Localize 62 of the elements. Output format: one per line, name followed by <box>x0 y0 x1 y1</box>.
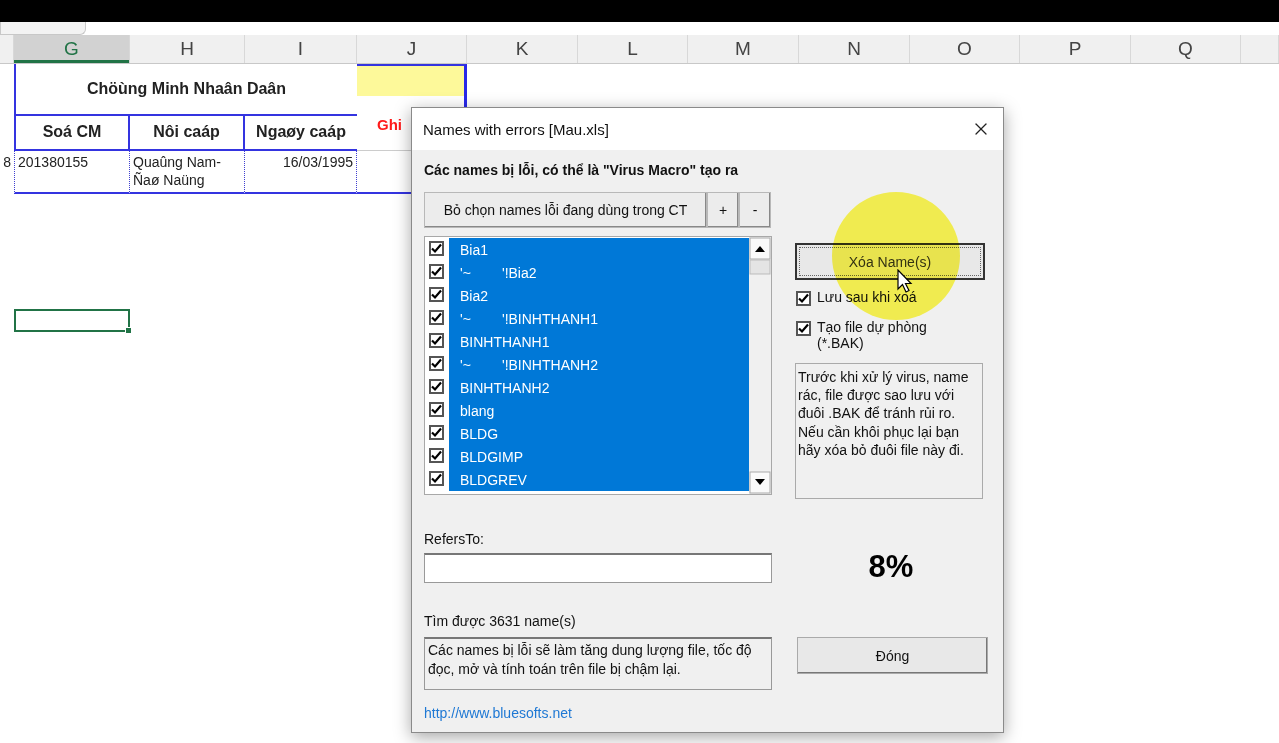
backup-note: Trước khi xử lý virus, name rác, file được sao lưu với đuôi .BAK để tránh rủi ro. Nếu cần khôi phục lại bạn hãy xóa bỏ đuôi file này đi. <box>795 363 983 499</box>
table-cell-text: 8 <box>2 153 12 172</box>
table-cell: Quaûng Nam-Ñaø Naüng <box>130 151 245 194</box>
checkbox[interactable] <box>796 321 811 336</box>
checkbox[interactable] <box>429 264 444 279</box>
column-header[interactable]: L <box>578 35 688 63</box>
column-header[interactable]: O <box>910 35 1020 63</box>
list-item[interactable]: Bia2 <box>449 284 749 307</box>
refers-to-field[interactable] <box>424 553 772 583</box>
checkbox[interactable] <box>429 333 444 348</box>
column-header[interactable]: J <box>357 35 467 63</box>
option-label: Lưu sau khi xoá <box>817 289 918 305</box>
list-item[interactable]: '~ '!BINHTHANH2 <box>449 353 749 376</box>
list-item[interactable]: BLDGIMP <box>449 445 749 468</box>
list-item[interactable]: blang <box>449 399 749 422</box>
column-header[interactable]: K <box>467 35 578 63</box>
dialog-heading: Các names bị lỗi, có thể là "Virus Macro" tạo ra <box>424 162 740 178</box>
info-text: Các names bị lỗi sẽ làm tăng dung lượng file, tốc độ đọc, mở và tính toán trên file bị chậm lại. <box>424 637 772 690</box>
checkbox[interactable] <box>429 402 444 417</box>
note-header: Ghi <box>377 116 402 133</box>
list-item[interactable]: BLDGREV <box>449 468 749 491</box>
checkbox[interactable] <box>429 356 444 371</box>
list-item[interactable]: BINHTHANH2 <box>449 376 749 399</box>
list-item[interactable]: '~ '!BINHTHANH1 <box>449 307 749 330</box>
column-header[interactable]: N <box>799 35 910 63</box>
deselect-button[interactable]: Bỏ chọn names lỗi đang dùng trong CT <box>424 192 707 228</box>
column-header[interactable]: H <box>130 35 245 63</box>
table-cell: 201380155 <box>14 151 130 194</box>
column-header[interactable]: P <box>1020 35 1131 63</box>
table-cell: Nôi caáp <box>130 116 245 151</box>
column-header[interactable]: M <box>688 35 799 63</box>
close-button[interactable]: Đóng <box>797 637 988 674</box>
option-label: Tạo file dự phòng (*.BAK) <box>817 319 928 351</box>
scrollbar[interactable] <box>749 237 771 494</box>
checkbox[interactable] <box>796 291 811 306</box>
table-cell: 16/03/1995 <box>245 151 357 194</box>
website-link[interactable]: http://www.bluesofts.net <box>424 705 772 721</box>
selected-cell[interactable] <box>14 309 130 332</box>
table-cell: Chöùng Minh Nhaân Daân <box>14 64 357 116</box>
checkbox[interactable] <box>429 241 444 256</box>
column-header[interactable]: G <box>14 35 130 63</box>
list-item[interactable]: '~ '!Bia2 <box>449 261 749 284</box>
table-cell: Ngaøy caáp <box>245 116 357 151</box>
list-item[interactable]: BLDG <box>449 422 749 445</box>
checkbox[interactable] <box>429 379 444 394</box>
window-title: Names with errors [Mau.xls] <box>423 120 609 138</box>
column-header[interactable]: Q <box>1131 35 1241 63</box>
list-item[interactable]: Bia1 <box>449 238 749 261</box>
checkbox[interactable] <box>429 287 444 302</box>
checkbox[interactable] <box>429 448 444 463</box>
column-header[interactable]: I <box>245 35 357 63</box>
toolbar-button[interactable]: - <box>739 192 771 228</box>
found-count: Tìm được 3631 name(s) <box>424 613 577 629</box>
refers-to-label: RefersTo: <box>424 531 485 547</box>
table-cell: Soá CM <box>14 116 130 151</box>
checkbox[interactable] <box>429 425 444 440</box>
names-list[interactable]: Bia1 '~ '!Bia2 Bia2 '~ '!BINHTHANH1 BINHTHANH1 '~ '!BINHTHANH2 BINHTHANH2 blang BLDG BLDGIMP BLDGREV <box>424 236 772 495</box>
toolbar-button[interactable]: + <box>707 192 739 228</box>
checkbox[interactable] <box>429 471 444 486</box>
checkbox[interactable] <box>429 310 444 325</box>
list-item[interactable]: BINHTHANH1 <box>449 330 749 353</box>
progress-percent: 8% <box>867 549 915 585</box>
